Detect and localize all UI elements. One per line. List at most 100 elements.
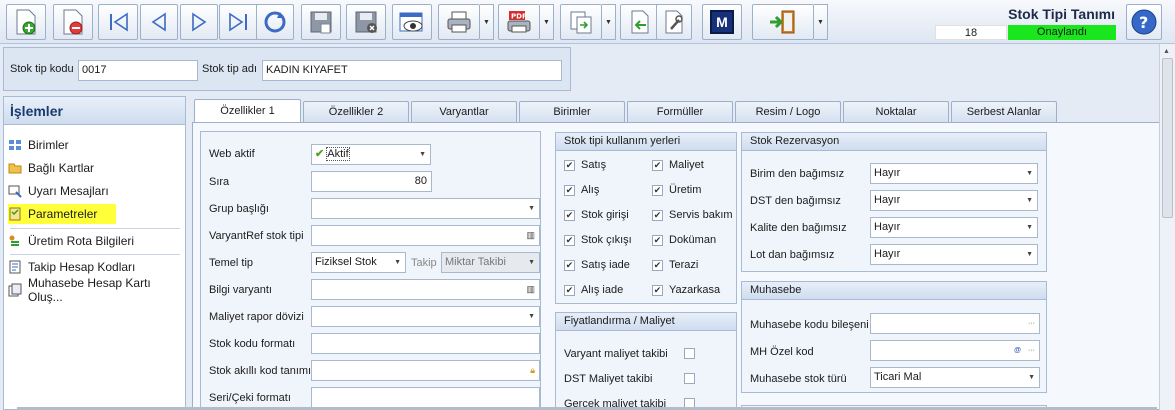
import-icon bbox=[631, 10, 649, 34]
operations-item-bagli-kartlar[interactable]: Bağlı Kartlar bbox=[8, 158, 182, 178]
usage-item[interactable]: ✔ Doküman bbox=[652, 234, 716, 246]
web-aktif-value: Aktif bbox=[326, 147, 350, 161]
pdf-export-button[interactable]: PDF bbox=[498, 4, 540, 40]
save-cancel-button[interactable] bbox=[346, 4, 386, 40]
checkbox[interactable]: ✔ bbox=[564, 284, 575, 296]
scroll-thumb[interactable] bbox=[1162, 58, 1173, 218]
stok-tip-adi-input[interactable]: KADIN KIYAFET bbox=[262, 60, 562, 81]
checkbox[interactable]: ✔ bbox=[564, 184, 575, 196]
tab-birimler[interactable]: Birimler bbox=[519, 101, 625, 122]
muhasebe-kodu-input[interactable]: ··· bbox=[870, 313, 1040, 334]
seri-ceki-label: Seri/Çeki formatı bbox=[209, 392, 291, 404]
operations-item-uyari-mesajlari[interactable]: Uyarı Mesajları bbox=[8, 181, 182, 201]
reservation-select[interactable]: Hayır ▼ bbox=[870, 244, 1038, 265]
barcode-icon[interactable]: ▥ bbox=[526, 226, 535, 245]
checkbox[interactable]: ✔ bbox=[652, 234, 663, 246]
preview-button[interactable] bbox=[392, 4, 432, 40]
tab-varyantlar[interactable]: Varyantlar bbox=[411, 101, 517, 122]
ellipsis-icon[interactable]: ··· bbox=[1028, 341, 1035, 360]
akilli-kod-input[interactable]: 🔒︎ bbox=[311, 360, 540, 381]
new-button[interactable] bbox=[6, 4, 46, 40]
checkbox[interactable]: ✔ bbox=[652, 159, 663, 171]
operations-item-takip-hesap[interactable]: Takip Hesap Kodları bbox=[8, 257, 182, 277]
last-record-button[interactable] bbox=[219, 4, 259, 40]
help-button[interactable]: ? bbox=[1126, 4, 1162, 40]
operations-item-parametreler[interactable]: Parametreler bbox=[8, 204, 116, 224]
checkbox[interactable] bbox=[684, 348, 695, 359]
exit-dropdown-icon[interactable]: ▼ bbox=[814, 4, 828, 40]
refresh-button[interactable] bbox=[256, 4, 294, 40]
ellipsis-icon[interactable]: ··· bbox=[1028, 314, 1035, 333]
tab-ozellikler-1[interactable]: Özellikler 1 bbox=[194, 99, 301, 123]
tab-noktalar[interactable]: Noktalar bbox=[843, 101, 949, 122]
usage-item[interactable]: ✔ Satış iade bbox=[564, 259, 630, 271]
status-badge: Onaylandı bbox=[1008, 25, 1116, 40]
copy-button[interactable] bbox=[560, 4, 602, 40]
web-aktif-select[interactable]: ✔ Aktif ▼ bbox=[311, 144, 431, 165]
account-icon bbox=[8, 283, 22, 297]
import-button[interactable] bbox=[620, 4, 660, 40]
checklist-icon bbox=[9, 207, 21, 221]
prev-record-button[interactable] bbox=[140, 4, 178, 40]
at-icon[interactable]: @ bbox=[1014, 341, 1021, 360]
operations-item-muhasebe-hesap[interactable]: Muhasebe Hesap Kartı Oluş... bbox=[8, 276, 182, 304]
tab-formuller[interactable]: Formüller bbox=[627, 101, 733, 122]
save-button[interactable] bbox=[301, 4, 341, 40]
usage-item[interactable]: ✔ Üretim bbox=[652, 184, 701, 196]
tools-button[interactable] bbox=[656, 4, 692, 40]
takip-label: Takip bbox=[411, 257, 437, 269]
usage-item[interactable]: ✔ Stok çıkışı bbox=[564, 234, 632, 246]
tab-resim-logo[interactable]: Resim / Logo bbox=[735, 101, 841, 122]
stok-tip-kodu-input[interactable]: 0017 bbox=[78, 60, 198, 81]
checkbox[interactable]: ✔ bbox=[652, 284, 663, 296]
barcode-icon[interactable]: ▥ bbox=[526, 280, 535, 299]
checkbox[interactable]: ✔ bbox=[564, 159, 575, 171]
checkbox[interactable]: ✔ bbox=[564, 259, 575, 271]
temel-tip-select[interactable]: Fiziksel Stok ▼ bbox=[311, 252, 406, 273]
checkbox[interactable] bbox=[684, 373, 695, 384]
varyantref-input[interactable]: ▥ bbox=[311, 225, 540, 246]
usage-item[interactable]: ✔ Terazi bbox=[652, 259, 698, 271]
sira-input[interactable]: 80 bbox=[311, 171, 432, 192]
checkbox[interactable]: ✔ bbox=[564, 209, 575, 221]
usage-item[interactable]: ✔ Satış bbox=[564, 159, 606, 171]
bilgi-varyanti-input[interactable]: ▥ bbox=[311, 279, 540, 300]
delete-button[interactable] bbox=[53, 4, 93, 40]
usage-item[interactable]: ✔ Servis bakım bbox=[652, 209, 733, 221]
print-dropdown-icon[interactable]: ▼ bbox=[480, 4, 494, 40]
tab-ozellikler-2[interactable]: Özellikler 2 bbox=[303, 101, 409, 122]
copy-dropdown-icon[interactable]: ▼ bbox=[602, 4, 616, 40]
reservation-select[interactable]: Hayır ▼ bbox=[870, 217, 1038, 238]
maliyet-rapor-select[interactable]: ▼ bbox=[311, 306, 540, 327]
checkbox[interactable]: ✔ bbox=[652, 259, 663, 271]
usage-item[interactable]: ✔ Maliyet bbox=[652, 159, 704, 171]
muhasebe-stok-turu-select[interactable]: Ticari Mal ▼ bbox=[870, 367, 1040, 388]
reservation-select[interactable]: Hayır ▼ bbox=[870, 190, 1038, 211]
stok-kodu-formati-input[interactable] bbox=[311, 333, 540, 354]
first-record-button[interactable] bbox=[98, 4, 138, 40]
usage-item-label: Yazarkasa bbox=[669, 284, 721, 296]
exit-button[interactable] bbox=[752, 4, 814, 40]
operations-item-birimler[interactable]: Birimler bbox=[8, 135, 182, 155]
pdf-dropdown-icon[interactable]: ▼ bbox=[540, 4, 554, 40]
usage-group: Stok tipi kullanım yerleri ✔ Satış ✔ Maliye… bbox=[555, 132, 737, 304]
checkbox[interactable]: ✔ bbox=[652, 209, 663, 221]
operations-item-uretim-rota[interactable]: Üretim Rota Bilgileri bbox=[8, 231, 182, 251]
print-button[interactable] bbox=[438, 4, 480, 40]
checkbox[interactable]: ✔ bbox=[652, 184, 663, 196]
bilgi-varyanti-label: Bilgi varyantı bbox=[209, 284, 272, 296]
checkbox[interactable]: ✔ bbox=[564, 234, 575, 246]
m-button[interactable]: M bbox=[702, 4, 742, 40]
seri-ceki-input[interactable] bbox=[311, 387, 540, 408]
grup-basligi-select[interactable]: ▼ bbox=[311, 198, 540, 219]
usage-item[interactable]: ✔ Alış bbox=[564, 184, 599, 196]
usage-item[interactable]: ✔ Alış iade bbox=[564, 284, 623, 296]
mh-ozel-kod-input[interactable]: @ ··· bbox=[870, 340, 1040, 361]
usage-item[interactable]: ✔ Stok girişi bbox=[564, 209, 629, 221]
scroll-up-icon[interactable]: ▲ bbox=[1163, 48, 1170, 55]
vertical-scrollbar[interactable]: ▲ bbox=[1159, 44, 1175, 410]
next-record-button[interactable] bbox=[180, 4, 218, 40]
tab-serbest-alanlar[interactable]: Serbest Alanlar bbox=[951, 101, 1057, 122]
reservation-select[interactable]: Hayır ▼ bbox=[870, 163, 1038, 184]
usage-item[interactable]: ✔ Yazarkasa bbox=[652, 284, 720, 296]
